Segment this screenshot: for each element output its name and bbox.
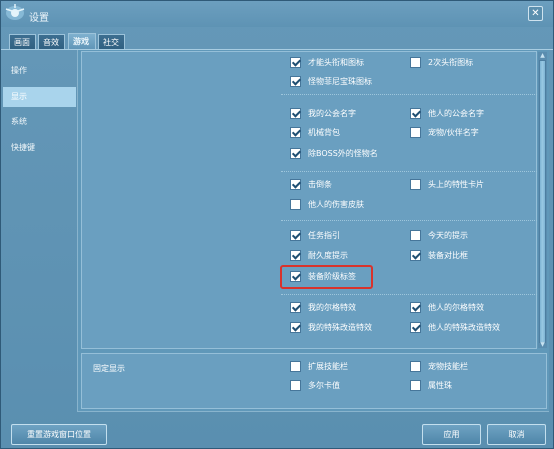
checkbox[interactable] [410, 302, 421, 313]
checkbox[interactable] [290, 199, 301, 210]
scroll-thumb[interactable] [539, 60, 546, 343]
vertical-scrollbar[interactable]: ▲ ▼ [538, 52, 547, 348]
app-logo-icon [5, 4, 25, 20]
checkbox[interactable] [290, 148, 301, 159]
sidebar: 操作 显示 系统 快捷键 [3, 57, 77, 412]
scroll-up-icon[interactable]: ▲ [539, 52, 546, 59]
title-bar: 设置 ✕ [1, 1, 553, 27]
checkbox[interactable] [410, 57, 421, 68]
checkbox[interactable] [410, 230, 421, 241]
checkbox[interactable] [290, 76, 301, 87]
checkbox[interactable] [290, 302, 301, 313]
sidebar-item-display[interactable]: 显示 [3, 87, 76, 107]
tab-game[interactable]: 游戏 [68, 33, 96, 50]
checkbox[interactable] [410, 250, 421, 261]
settings-window: 设置 ✕ 画面 音效 游戏 社交 操作 显示 系统 快捷键 ▲ ▼ 才能头衔和图… [0, 0, 554, 449]
section-divider [281, 171, 537, 172]
checkbox[interactable] [410, 108, 421, 119]
close-icon: ✕ [531, 8, 540, 19]
checkbox[interactable] [410, 322, 421, 333]
checkbox[interactable] [290, 322, 301, 333]
scroll-down-icon[interactable]: ▼ [539, 341, 546, 348]
section-divider [281, 294, 537, 295]
apply-button[interactable]: 应用 [422, 424, 481, 445]
checkbox[interactable] [290, 57, 301, 68]
section-divider [281, 94, 537, 95]
checkbox[interactable] [290, 380, 301, 391]
tab-sound[interactable]: 音效 [38, 34, 65, 50]
section-divider [281, 220, 537, 221]
checkbox[interactable] [290, 127, 301, 138]
window-title: 设置 [29, 13, 49, 24]
sidebar-item-system[interactable]: 系统 [3, 112, 76, 132]
checkbox[interactable] [410, 179, 421, 190]
tab-graphics[interactable]: 画面 [9, 34, 36, 50]
cancel-button[interactable]: 取消 [487, 424, 546, 445]
checkbox[interactable] [410, 127, 421, 138]
checkbox[interactable] [290, 108, 301, 119]
highlight-annotation [280, 265, 373, 289]
tab-social[interactable]: 社交 [98, 34, 125, 50]
checkbox[interactable] [290, 250, 301, 261]
sidebar-item-controls[interactable]: 操作 [3, 61, 76, 81]
checkbox[interactable] [290, 361, 301, 372]
checkbox[interactable] [290, 230, 301, 241]
sidebar-item-hotkeys[interactable]: 快捷键 [3, 138, 76, 158]
reset-window-position-button[interactable]: 重置游戏窗口位置 [11, 424, 107, 445]
checkbox[interactable] [410, 380, 421, 391]
checkbox[interactable] [410, 361, 421, 372]
fixed-display-title: 固定显示 [93, 364, 125, 373]
checkbox[interactable] [290, 179, 301, 190]
close-button[interactable]: ✕ [528, 6, 543, 21]
